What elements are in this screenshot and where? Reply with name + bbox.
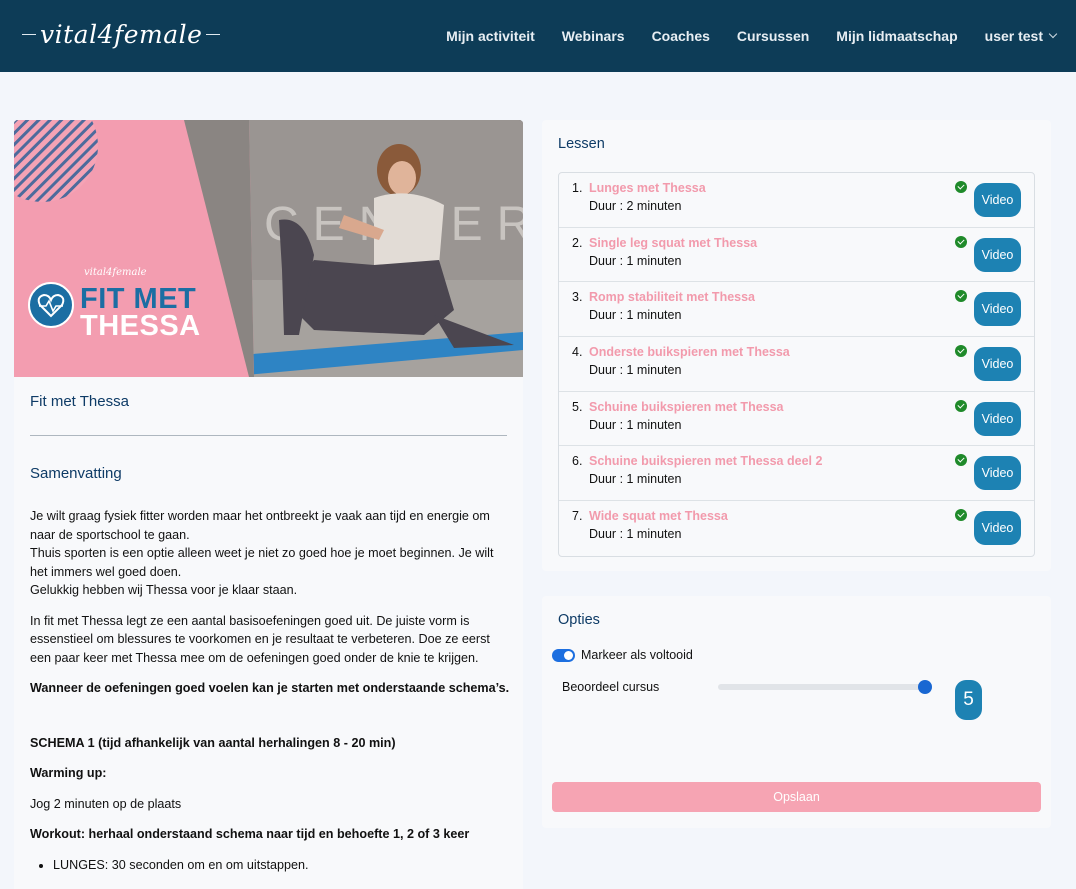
lesson-duration: Duur : 1 minuten (589, 527, 682, 542)
lesson-duration: Duur : 1 minuten (589, 472, 682, 487)
lesson-number: 5. (572, 399, 583, 414)
warmup-text: Jog 2 minuten op de plaats (30, 796, 182, 811)
lesson-title-link[interactable]: Romp stabiliteit met Thessa (589, 290, 755, 304)
video-button[interactable]: Video (974, 292, 1021, 327)
nav-webinars[interactable]: Webinars (562, 28, 625, 44)
nav-mijn-lidmaatschap[interactable]: Mijn lidmaatschap (836, 28, 957, 44)
chevron-down-icon (1048, 29, 1058, 39)
check-circle-icon (955, 235, 967, 248)
mark-complete-toggle[interactable] (552, 649, 575, 662)
logo-swash-right (206, 33, 221, 35)
rating-slider-track[interactable] (718, 684, 932, 690)
video-button[interactable]: Video (974, 456, 1021, 491)
top-navbar: vital4female Mijn activiteit Webinars Co… (0, 0, 1076, 72)
lessons-list: 1. Lunges met Thessa Duur : 2 minuten Vi… (558, 172, 1035, 557)
workout-list: LUNGES: 30 seconden om en om uitstappen. (30, 856, 510, 875)
lesson-item: 6. Schuine buikspieren met Thessa deel 2… (559, 446, 1034, 502)
video-button[interactable]: Video (974, 183, 1021, 217)
description-paragraph-2: In fit met Thessa legt ze een aantal bas… (30, 613, 490, 665)
divider (30, 435, 507, 436)
description-line: Je wilt graag fysiek fitter worden maar … (30, 509, 490, 542)
video-button[interactable]: Video (974, 401, 1021, 436)
course-title: Fit met Thessa (30, 393, 129, 410)
rating-value-badge: 5 (955, 680, 982, 720)
rating-label: Beoordeel cursus (562, 680, 660, 694)
lessons-heading: Lessen (558, 136, 605, 152)
mark-complete-label: Markeer als voltooid (581, 648, 693, 662)
lesson-item: 1. Lunges met Thessa Duur : 2 minuten Vi… (559, 173, 1034, 228)
lesson-duration: Duur : 2 minuten (589, 199, 682, 213)
course-card: CENTER vital4femal (14, 120, 523, 889)
lesson-number: 6. (572, 454, 583, 469)
nav-mijn-activiteit[interactable]: Mijn activiteit (446, 28, 535, 44)
lesson-item: 2. Single leg squat met Thessa Duur : 1 … (559, 228, 1034, 283)
lesson-number: 7. (572, 509, 583, 524)
lesson-title-link[interactable]: Schuine buikspieren met Thessa (589, 400, 784, 414)
banner-brand: vital4female (84, 267, 147, 278)
summary-heading: Samenvatting (30, 465, 122, 482)
course-description: Je wilt graag fysiek fitter worden maar … (30, 507, 510, 874)
nav-cursussen[interactable]: Cursussen (737, 28, 809, 44)
nav-coaches[interactable]: Coaches (652, 28, 710, 44)
logo-text: vital4female (40, 19, 203, 49)
course-banner-image: CENTER vital4femal (14, 120, 523, 377)
user-menu[interactable]: user test (984, 28, 1058, 44)
workout-heading: Workout: herhaal onderstaand schema naar… (30, 827, 470, 841)
lesson-duration: Duur : 1 minuten (589, 417, 682, 432)
lesson-item: 5. Schuine buikspieren met Thessa Duur :… (559, 392, 1034, 447)
video-button[interactable]: Video (974, 511, 1021, 546)
lesson-title-link[interactable]: Lunges met Thessa (589, 181, 706, 195)
user-menu-label: user test (984, 28, 1043, 44)
lesson-item: 4. Onderste buikspieren met Thessa Duur … (559, 337, 1034, 392)
banner-title-line2: THESSA (80, 310, 201, 342)
lesson-number: 1. (572, 181, 583, 195)
lesson-item: 7. Wide squat met Thessa Duur : 1 minute… (559, 501, 1034, 556)
rating-slider-thumb[interactable] (918, 680, 932, 694)
lesson-number: 3. (572, 290, 583, 305)
description-paragraph-3: Wanneer de oefeningen goed voelen kan je… (30, 681, 510, 695)
check-circle-icon (955, 290, 967, 303)
check-circle-icon (955, 345, 967, 358)
workout-item: LUNGES: 30 seconden om en om uitstappen. (53, 856, 510, 875)
description-paragraph-1: Je wilt graag fysiek fitter worden maar … (30, 507, 510, 600)
warmup-heading: Warming up: (30, 766, 107, 780)
lesson-title-link[interactable]: Onderste buikspieren met Thessa (589, 345, 790, 359)
video-button[interactable]: Video (974, 347, 1021, 382)
check-circle-icon (955, 509, 967, 522)
logo-swash-left (22, 33, 36, 35)
lesson-number: 2. (572, 235, 583, 250)
main-nav: Mijn activiteit Webinars Coaches Cursuss… (419, 0, 1058, 72)
lesson-title-link[interactable]: Schuine buikspieren met Thessa deel 2 (589, 454, 822, 468)
lesson-title-link[interactable]: Wide squat met Thessa (589, 509, 728, 523)
lesson-item: 3. Romp stabiliteit met Thessa Duur : 1 … (559, 282, 1034, 338)
check-circle-icon (955, 181, 967, 193)
description-line: Thuis sporten is een optie alleen weet j… (30, 546, 494, 579)
lesson-title-link[interactable]: Single leg squat met Thessa (589, 236, 757, 250)
lesson-duration: Duur : 1 minuten (589, 308, 682, 323)
check-circle-icon (955, 454, 967, 467)
check-circle-icon (955, 399, 967, 412)
lesson-duration: Duur : 1 minuten (589, 363, 682, 378)
lessons-card: Lessen 1. Lunges met Thessa Duur : 2 min… (542, 120, 1051, 571)
options-heading: Opties (558, 612, 600, 628)
site-logo[interactable]: vital4female (22, 14, 221, 54)
save-button[interactable]: Opslaan (552, 782, 1041, 812)
description-line: Gelukkig hebben wij Thessa voor je klaar… (30, 583, 298, 597)
lesson-duration: Duur : 1 minuten (589, 253, 682, 268)
options-card: Opties Markeer als voltooid Beoordeel cu… (542, 596, 1051, 828)
schema-heading: SCHEMA 1 (tijd afhankelijk van aantal he… (30, 735, 396, 750)
video-button[interactable]: Video (974, 237, 1021, 272)
lesson-number: 4. (572, 345, 583, 360)
